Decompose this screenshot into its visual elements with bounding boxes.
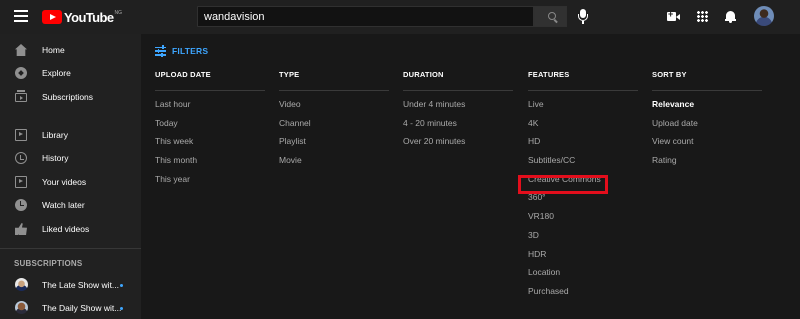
filter-option[interactable]: Over 20 minutes bbox=[403, 135, 513, 154]
menu-icon[interactable] bbox=[14, 10, 28, 22]
youtube-logo[interactable]: YouTube NG bbox=[42, 9, 122, 25]
search-icon bbox=[548, 12, 556, 20]
filter-column-header: UPLOAD DATE bbox=[155, 70, 211, 79]
filter-option[interactable]: Purchased bbox=[528, 285, 638, 304]
filter-option[interactable]: Movie bbox=[279, 154, 389, 173]
history-icon bbox=[15, 152, 27, 164]
sidebar-item-label: History bbox=[42, 153, 69, 163]
subscription-channel[interactable]: The Daily Show wit... bbox=[0, 298, 141, 318]
filter-option[interactable]: 360° bbox=[528, 191, 638, 210]
liked-videos-icon bbox=[15, 223, 27, 235]
subscriptions-icon bbox=[15, 90, 27, 102]
filter-option[interactable]: Under 4 minutes bbox=[403, 98, 513, 117]
your-videos-icon bbox=[15, 176, 27, 188]
filter-option[interactable]: HD bbox=[528, 135, 638, 154]
sort-option[interactable]: Upload date bbox=[652, 117, 762, 136]
filter-column-divider bbox=[528, 90, 638, 91]
filter-column-upload-date: UPLOAD DATE Last hour Today This week Th… bbox=[155, 70, 265, 191]
filter-option[interactable]: Live bbox=[528, 98, 638, 117]
search-box bbox=[197, 6, 534, 27]
channel-avatar bbox=[15, 278, 28, 291]
sort-option[interactable]: Rating bbox=[652, 154, 762, 173]
sidebar-item-label: Subscriptions bbox=[42, 92, 94, 102]
logo-text: YouTube bbox=[64, 9, 114, 25]
sidebar-item-watch-later[interactable]: Watch later bbox=[0, 194, 141, 216]
explore-icon bbox=[15, 67, 27, 79]
filter-option[interactable]: Today bbox=[155, 117, 265, 136]
filter-column-divider bbox=[652, 90, 762, 91]
filter-option[interactable]: 3D bbox=[528, 229, 638, 248]
masthead: YouTube NG bbox=[0, 0, 800, 34]
filter-option[interactable]: This month bbox=[155, 154, 265, 173]
filter-option[interactable]: This year bbox=[155, 173, 265, 192]
filter-option[interactable]: HDR bbox=[528, 248, 638, 267]
create-video-icon[interactable] bbox=[667, 9, 680, 21]
sidebar-item-label: Explore bbox=[42, 68, 71, 78]
apps-grid-icon[interactable] bbox=[697, 11, 708, 22]
sidebar-item-subscriptions[interactable]: Subscriptions bbox=[0, 86, 141, 108]
filter-option[interactable]: This week bbox=[155, 135, 265, 154]
filter-column-features: FEATURES Live 4K HD Subtitles/CC Creativ… bbox=[528, 70, 638, 304]
filter-column-header: TYPE bbox=[279, 70, 300, 79]
sidebar-item-label: Home bbox=[42, 45, 65, 55]
filters-toggle-button[interactable]: FILTERS bbox=[155, 45, 209, 57]
filters-label: FILTERS bbox=[172, 46, 209, 56]
sidebar-item-label: Liked videos bbox=[42, 224, 90, 234]
sort-option[interactable]: View count bbox=[652, 135, 762, 154]
sidebar-item-home[interactable]: Home bbox=[0, 39, 141, 61]
watch-later-icon bbox=[15, 199, 27, 211]
sidebar-item-label: Your videos bbox=[42, 177, 87, 187]
channel-avatar bbox=[15, 301, 28, 314]
sidebar-item-explore[interactable]: Explore bbox=[0, 62, 141, 84]
filter-option[interactable]: 4K bbox=[528, 117, 638, 136]
youtube-play-icon bbox=[42, 10, 62, 24]
filter-column-divider bbox=[279, 90, 389, 91]
filter-column-duration: DURATION Under 4 minutes 4 - 20 minutes … bbox=[403, 70, 513, 154]
account-avatar[interactable] bbox=[754, 6, 774, 26]
filter-option-creative-commons[interactable]: Creative Commons bbox=[528, 173, 638, 192]
filter-column-header: DURATION bbox=[403, 70, 444, 79]
new-content-dot bbox=[120, 307, 123, 310]
sort-option-selected[interactable]: Relevance bbox=[652, 98, 762, 117]
filter-column-divider bbox=[403, 90, 513, 91]
filter-option[interactable]: Video bbox=[279, 98, 389, 117]
sidebar-item-liked-videos[interactable]: Liked videos bbox=[0, 218, 141, 240]
search-input[interactable] bbox=[198, 7, 533, 27]
sidebar-item-your-videos[interactable]: Your videos bbox=[0, 171, 141, 193]
subscription-channel[interactable]: The Late Show wit... bbox=[0, 275, 141, 295]
channel-name: The Daily Show wit... bbox=[42, 303, 122, 313]
filter-option[interactable]: VR180 bbox=[528, 210, 638, 229]
sidebar: Home Explore Subscriptions Library Histo… bbox=[0, 34, 141, 319]
filter-column-sort-by: SORT BY Relevance Upload date View count… bbox=[652, 70, 762, 173]
filters-sliders-icon bbox=[155, 45, 166, 57]
library-icon bbox=[15, 129, 27, 141]
search-button[interactable] bbox=[534, 6, 567, 27]
filter-column-divider bbox=[155, 90, 265, 91]
sidebar-item-library[interactable]: Library bbox=[0, 124, 141, 146]
filter-column-type: TYPE Video Channel Playlist Movie bbox=[279, 70, 389, 173]
sidebar-item-label: Library bbox=[42, 130, 68, 140]
filter-option[interactable]: Subtitles/CC bbox=[528, 154, 638, 173]
filter-column-header: SORT BY bbox=[652, 70, 687, 79]
new-content-dot bbox=[120, 284, 123, 287]
notifications-bell-icon[interactable] bbox=[725, 10, 736, 23]
filter-option[interactable]: Last hour bbox=[155, 98, 265, 117]
sidebar-divider bbox=[0, 248, 141, 249]
home-icon bbox=[15, 44, 27, 56]
logo-country-code: NG bbox=[114, 10, 122, 16]
filter-option[interactable]: Playlist bbox=[279, 135, 389, 154]
filter-column-header: FEATURES bbox=[528, 70, 570, 79]
filter-option[interactable]: 4 - 20 minutes bbox=[403, 117, 513, 136]
sidebar-item-history[interactable]: History bbox=[0, 147, 141, 169]
microphone-icon[interactable] bbox=[577, 9, 589, 25]
channel-name: The Late Show wit... bbox=[42, 280, 120, 290]
filter-option[interactable]: Channel bbox=[279, 117, 389, 136]
filter-option[interactable]: Location bbox=[528, 266, 638, 285]
subscriptions-header: SUBSCRIPTIONS bbox=[14, 259, 83, 268]
sidebar-item-label: Watch later bbox=[42, 200, 85, 210]
